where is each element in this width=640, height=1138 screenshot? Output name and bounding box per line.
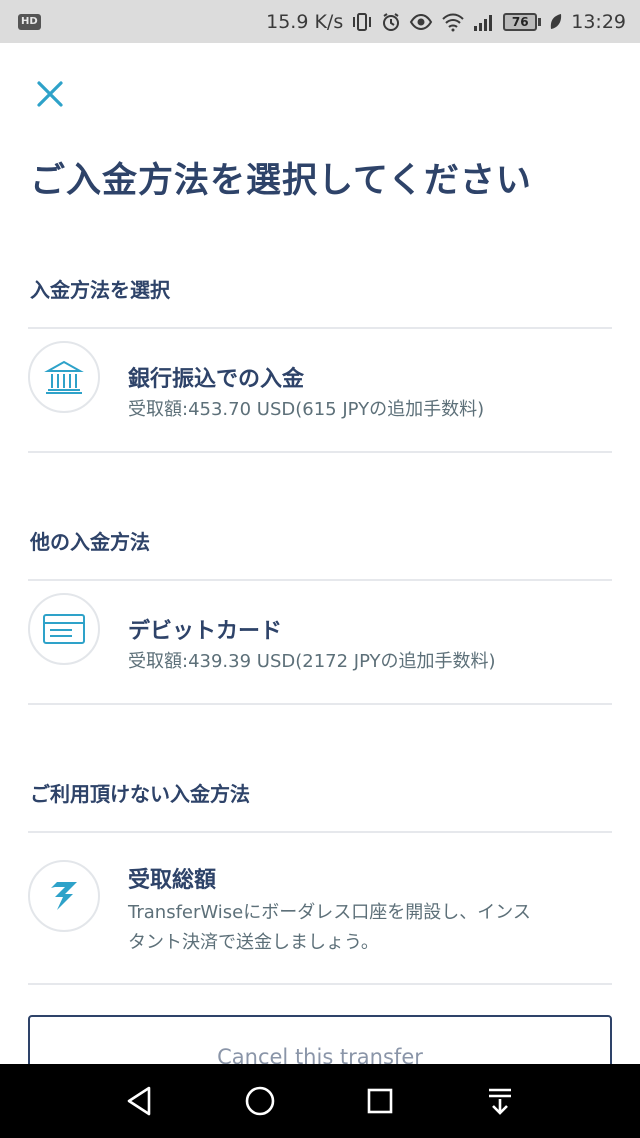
debit-option-subtitle: 受取額:439.39 USD(2172 JPYの追加手数料)	[128, 651, 496, 672]
transferwise-subtitle-line1: TransferWiseにボーダレス口座を開設し、インス	[128, 902, 531, 923]
back-button[interactable]	[110, 1071, 170, 1131]
eye-icon	[409, 13, 433, 31]
network-speed: 15.9 K/s	[266, 10, 344, 33]
bank-option-title: 銀行振込での入金	[128, 367, 305, 392]
bank-transfer-option[interactable]: 銀行振込での入金 受取額:453.70 USD(615 JPYの追加手数料)	[28, 341, 612, 441]
debit-card-icon	[28, 593, 100, 665]
close-icon[interactable]	[36, 80, 64, 108]
divider	[28, 579, 612, 581]
vibrate-icon	[351, 12, 373, 32]
divider	[28, 451, 612, 453]
recents-square-icon[interactable]	[366, 1087, 394, 1115]
clock-time: 13:29	[571, 10, 626, 33]
section-select-label: 入金方法を選択	[30, 278, 170, 302]
transferwise-logo-icon	[28, 860, 100, 932]
debit-option-title: デビットカード	[128, 619, 283, 644]
transferwise-option: 受取総額 TransferWiseにボーダレス口座を開設し、インス タント決済で…	[28, 860, 612, 980]
page-title: ご入金方法を選択してください	[30, 161, 532, 201]
section-other-label: 他の入金方法	[30, 530, 150, 554]
transferwise-subtitle-line2: タント決済で送金しましょう。	[128, 932, 379, 953]
battery-icon: 76	[503, 12, 542, 31]
close-button[interactable]	[30, 76, 70, 112]
bank-option-subtitle: 受取額:453.70 USD(615 JPYの追加手数料)	[128, 399, 485, 420]
divider	[28, 983, 612, 985]
battery-level: 76	[503, 12, 538, 31]
leaf-icon	[549, 13, 563, 31]
alarm-icon	[381, 12, 401, 32]
wifi-icon	[441, 12, 465, 32]
recents-button[interactable]	[350, 1071, 410, 1131]
section-unavailable-label: ご利用頂けない入金方法	[30, 782, 250, 806]
debit-card-option[interactable]: デビットカード 受取額:439.39 USD(2172 JPYの追加手数料)	[28, 593, 612, 693]
hd-badge: HD	[18, 13, 41, 30]
home-button[interactable]	[230, 1071, 290, 1131]
divider	[28, 703, 612, 705]
transferwise-option-subtitle: TransferWiseにボーダレス口座を開設し、インス タント決済で送金しまし…	[128, 898, 608, 958]
back-triangle-icon[interactable]	[125, 1085, 155, 1117]
home-circle-icon[interactable]	[244, 1085, 276, 1117]
divider	[28, 327, 612, 329]
pull-down-icon[interactable]	[486, 1086, 514, 1116]
navigation-bar	[0, 1064, 640, 1138]
transferwise-option-title: 受取総額	[128, 868, 217, 893]
signal-icon	[473, 12, 495, 32]
divider	[28, 831, 612, 833]
bank-icon	[28, 341, 100, 413]
notification-pull-button[interactable]	[470, 1071, 530, 1131]
status-bar: HD 15.9 K/s 76 13:29	[0, 0, 640, 43]
